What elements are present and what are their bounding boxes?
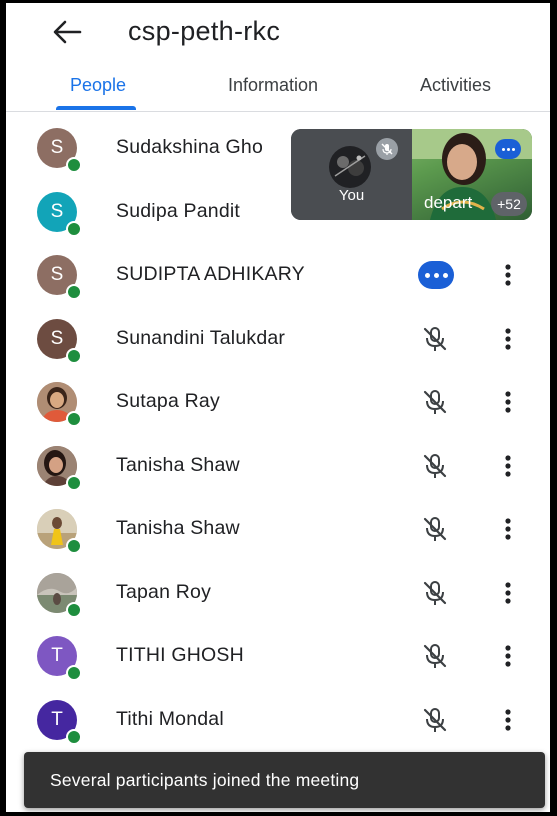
participant-name: Tanisha Shaw xyxy=(116,453,240,476)
mic-off-icon[interactable] xyxy=(420,705,450,735)
avatar xyxy=(37,572,82,618)
presence-dot-icon xyxy=(66,601,82,618)
participant-name: TITHI GHOSH xyxy=(116,644,244,666)
active-tab-indicator xyxy=(56,106,136,110)
participant-name: Sudakshina Gho xyxy=(116,136,263,158)
more-options-icon[interactable] xyxy=(498,451,518,481)
participant-row[interactable]: Sutapa Ray xyxy=(6,371,550,434)
avatar: S xyxy=(37,128,82,173)
more-options-icon[interactable] xyxy=(498,387,518,417)
presence-dot-icon xyxy=(66,665,82,681)
picture-in-picture[interactable]: You depart +52 xyxy=(291,129,532,220)
participant-row[interactable]: S SUDIPTA ADHIKARY xyxy=(6,244,550,307)
presence-dot-icon xyxy=(66,157,82,173)
more-options-icon[interactable] xyxy=(498,705,518,735)
mic-off-icon[interactable] xyxy=(420,578,450,608)
participant-name: SUDIPTA ADHIKARY xyxy=(116,263,305,285)
avatar: S xyxy=(37,191,82,237)
tab-information[interactable]: Information xyxy=(228,75,318,96)
presence-dot-icon xyxy=(66,728,82,745)
more-options-icon[interactable] xyxy=(498,578,518,608)
mic-off-icon xyxy=(376,138,398,160)
more-options-icon[interactable] xyxy=(498,324,518,354)
participant-row[interactable]: Tanisha Shaw xyxy=(6,498,550,561)
avatar-initial: S xyxy=(50,327,64,349)
avatar: S xyxy=(37,318,82,364)
avatar xyxy=(37,382,82,427)
participant-row[interactable]: T Tithi Mondal xyxy=(6,689,550,752)
presence-dot-icon xyxy=(66,284,82,300)
participant-video-tile: depart +52 xyxy=(412,129,532,220)
more-options-icon[interactable] xyxy=(498,260,518,290)
avatar xyxy=(37,445,82,491)
tab-activities[interactable]: Activities xyxy=(420,75,491,96)
participant-name: Sutapa Ray xyxy=(116,390,220,412)
snackbar-message: Several participants joined the meeting xyxy=(50,770,360,790)
avatar-initial: T xyxy=(51,645,63,666)
speaking-indicator-icon[interactable] xyxy=(418,261,454,289)
avatar-initial: S xyxy=(50,200,64,222)
mic-off-icon[interactable] xyxy=(420,387,450,417)
avatar: T xyxy=(37,699,82,745)
presence-dot-icon xyxy=(66,411,82,427)
speaking-indicator-icon xyxy=(495,139,521,159)
mic-off-icon[interactable] xyxy=(420,451,450,481)
meeting-title: csp-peth-rkc xyxy=(128,16,281,46)
more-options-icon[interactable] xyxy=(498,514,518,544)
tab-bar: People Information Activities xyxy=(6,61,550,112)
self-label: You xyxy=(338,187,365,204)
avatar: S xyxy=(37,255,82,300)
avatar-initial: S xyxy=(50,137,64,158)
avatar-initial: S xyxy=(50,264,64,285)
participant-row[interactable]: S Sunandini Talukdar xyxy=(6,308,550,371)
others-count-badge[interactable]: +52 xyxy=(491,192,527,216)
mic-off-icon[interactable] xyxy=(420,514,450,544)
snackbar: Several participants joined the meeting xyxy=(24,752,545,808)
top-bar: csp-peth-rkc xyxy=(6,3,550,61)
participant-name: Tithi Mondal xyxy=(116,707,224,730)
tile-label: depart xyxy=(424,193,473,212)
avatar xyxy=(37,509,82,554)
participant-name: Sudipa Pandit xyxy=(116,199,241,222)
presence-dot-icon xyxy=(66,220,82,237)
avatar-initial: T xyxy=(51,708,63,730)
more-options-icon[interactable] xyxy=(498,641,518,671)
participant-row[interactable]: Tapan Roy xyxy=(6,562,550,625)
presence-dot-icon xyxy=(66,347,82,364)
presence-dot-icon xyxy=(66,538,82,554)
self-avatar xyxy=(329,146,371,188)
participant-row[interactable]: T TITHI GHOSH xyxy=(6,625,550,688)
self-tile: You xyxy=(291,129,412,220)
avatar: T xyxy=(37,636,82,681)
presence-dot-icon xyxy=(66,474,82,491)
mic-off-icon[interactable] xyxy=(420,324,450,354)
mic-off-icon[interactable] xyxy=(420,641,450,671)
app-frame: csp-peth-rkc People Information Activiti… xyxy=(6,3,550,812)
participant-name: Tapan Roy xyxy=(116,580,212,603)
participant-row[interactable]: Tanisha Shaw xyxy=(6,435,550,498)
tab-people[interactable]: People xyxy=(70,75,126,96)
back-arrow-icon[interactable] xyxy=(50,17,84,47)
participant-name: Tanisha Shaw xyxy=(116,517,240,539)
participant-name: Sunandini Talukdar xyxy=(116,326,286,349)
